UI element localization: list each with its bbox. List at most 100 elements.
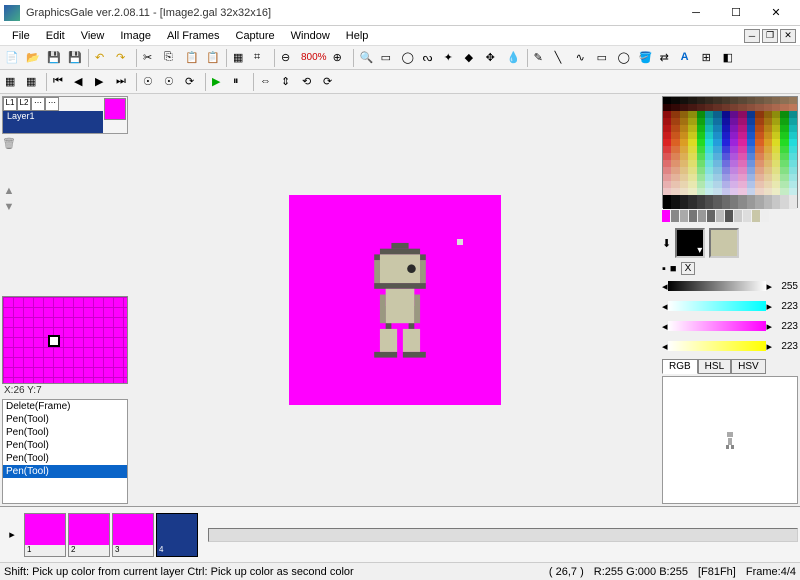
first-frame-icon[interactable]: ⏮ (50, 72, 70, 92)
navigator[interactable] (2, 296, 128, 384)
download-palette-icon[interactable]: ⬇ (662, 237, 671, 250)
value-slider[interactable] (668, 281, 767, 291)
history-item[interactable]: Pen(Tool) (3, 439, 127, 452)
menu-view[interactable]: View (73, 28, 113, 44)
tab-rgb[interactable]: RGB (662, 359, 698, 374)
menu-help[interactable]: Help (338, 28, 377, 44)
curve-icon[interactable]: ∿ (573, 48, 593, 68)
frame-cell[interactable]: 4 (156, 513, 198, 557)
magnifier-icon[interactable]: 🔍 (357, 48, 377, 68)
cyan-slider[interactable] (668, 301, 767, 311)
tab-hsv[interactable]: HSV (731, 359, 766, 374)
lasso-icon[interactable]: ᔓ (420, 48, 440, 68)
background-color[interactable] (709, 228, 739, 258)
fill-icon[interactable]: 🪣 (636, 48, 656, 68)
snap-icon[interactable]: ⌗ (251, 48, 271, 68)
minimize-button[interactable]: ─ (676, 1, 716, 25)
new-file-icon[interactable]: 📄 (2, 48, 22, 68)
color-replace-icon[interactable]: ⇄ (657, 48, 677, 68)
layer-thumbnail[interactable] (104, 98, 126, 120)
onion-icon[interactable]: ☉ (140, 72, 160, 92)
save-all-icon[interactable]: 💾 (65, 48, 85, 68)
zoom-out-icon[interactable]: ⊖ (278, 48, 298, 68)
stamp-icon[interactable]: ⊞ (699, 48, 719, 68)
ellipse-icon[interactable]: ◯ (615, 48, 635, 68)
canvas[interactable] (289, 195, 501, 405)
child-restore-button[interactable]: ❐ (762, 29, 778, 43)
yellow-slider[interactable] (668, 341, 767, 351)
history-item[interactable]: Pen(Tool) (3, 452, 127, 465)
history-item[interactable]: Pen(Tool) (3, 413, 127, 426)
play-icon[interactable]: ▶ (209, 72, 229, 92)
layer-tab-2[interactable]: L2 (17, 97, 31, 111)
flip-v-icon[interactable]: ⇕ (278, 72, 298, 92)
line-icon[interactable]: ╲ (552, 48, 572, 68)
paste-special-icon[interactable]: 📋 (203, 48, 223, 68)
brush-large-icon[interactable]: ■ (670, 263, 677, 275)
magic-wand-icon[interactable]: ✦ (441, 48, 461, 68)
menu-image[interactable]: Image (112, 28, 159, 44)
color-select-icon[interactable]: ◆ (462, 48, 482, 68)
eyedropper-icon[interactable]: 💧 (504, 48, 524, 68)
text-icon[interactable]: A (678, 48, 698, 68)
layer-delete-icon[interactable]: 🗑 (2, 136, 16, 150)
tab-hsl[interactable]: HSL (698, 359, 731, 374)
rotate-icon[interactable]: ⟲ (299, 72, 319, 92)
redo-icon[interactable]: ↷ (113, 48, 133, 68)
layer-tab-1[interactable]: L1 (3, 97, 17, 111)
frame-cell[interactable]: 3 (112, 513, 154, 557)
layer-name[interactable]: Layer1 (3, 111, 103, 133)
menu-capture[interactable]: Capture (228, 28, 283, 44)
frame-cell[interactable]: 2 (68, 513, 110, 557)
zoom-in-icon[interactable]: ⊕ (330, 48, 350, 68)
menu-window[interactable]: Window (283, 28, 338, 44)
rotate2-icon[interactable]: ⟳ (320, 72, 340, 92)
layer-tab-3[interactable]: ⋯ (31, 97, 45, 111)
child-close-button[interactable]: ✕ (780, 29, 796, 43)
copy-icon[interactable]: ⎘ (161, 48, 181, 68)
history-item[interactable]: Delete(Frame) (3, 400, 127, 413)
zoom-level[interactable]: 800% (299, 52, 329, 63)
pause-icon[interactable]: ⏸ (230, 72, 250, 92)
flip-h-icon[interactable]: ⇔ (257, 72, 277, 92)
rect-icon[interactable]: ▭ (594, 48, 614, 68)
history-panel[interactable]: Delete(Frame) Pen(Tool) Pen(Tool) Pen(To… (2, 399, 128, 504)
onion2-icon[interactable]: ☉ (161, 72, 181, 92)
menu-edit[interactable]: Edit (38, 28, 73, 44)
move-up-icon[interactable]: ▲ (2, 184, 16, 198)
select-ellipse-icon[interactable]: ◯ (399, 48, 419, 68)
maximize-button[interactable]: ☐ (716, 1, 756, 25)
frame-dup-icon[interactable]: ▦ (23, 72, 43, 92)
layer-tab-more[interactable]: ⋯ (45, 97, 59, 111)
undo-icon[interactable]: ↶ (92, 48, 112, 68)
foreground-color[interactable]: ▾ (675, 228, 705, 258)
navigator-viewport[interactable] (48, 335, 60, 347)
open-file-icon[interactable]: 📂 (23, 48, 43, 68)
last-frame-icon[interactable]: ⏭ (113, 72, 133, 92)
child-minimize-button[interactable]: ─ (744, 29, 760, 43)
grid-icon[interactable]: ▦ (230, 48, 250, 68)
swatch-row[interactable] (662, 210, 798, 224)
cut-icon[interactable]: ✂ (140, 48, 160, 68)
gradient-icon[interactable]: ◧ (720, 48, 740, 68)
color-palette[interactable] (662, 96, 798, 208)
save-icon[interactable]: 💾 (44, 48, 64, 68)
frame-scrollbar[interactable] (208, 528, 798, 542)
history-item[interactable]: Pen(Tool) (3, 426, 127, 439)
loop-icon[interactable]: ⟳ (182, 72, 202, 92)
frame-menu-icon[interactable]: ▸ (2, 525, 22, 545)
next-frame-icon[interactable]: ▶ (92, 72, 112, 92)
menu-file[interactable]: File (4, 28, 38, 44)
frame-cell[interactable]: 1 (24, 513, 66, 557)
pen-icon[interactable]: ✎ (531, 48, 551, 68)
close-button[interactable]: ✕ (756, 1, 796, 25)
swap-colors-button[interactable]: X (681, 262, 696, 275)
paste-icon[interactable]: 📋 (182, 48, 202, 68)
menu-allframes[interactable]: All Frames (159, 28, 228, 44)
magenta-slider[interactable] (668, 321, 767, 331)
move-down-icon[interactable]: ▼ (2, 200, 16, 214)
history-item[interactable]: Pen(Tool) (3, 465, 127, 478)
prev-frame-icon[interactable]: ◀ (71, 72, 91, 92)
move-icon[interactable]: ✥ (483, 48, 503, 68)
brush-small-icon[interactable]: ▪ (662, 263, 666, 275)
